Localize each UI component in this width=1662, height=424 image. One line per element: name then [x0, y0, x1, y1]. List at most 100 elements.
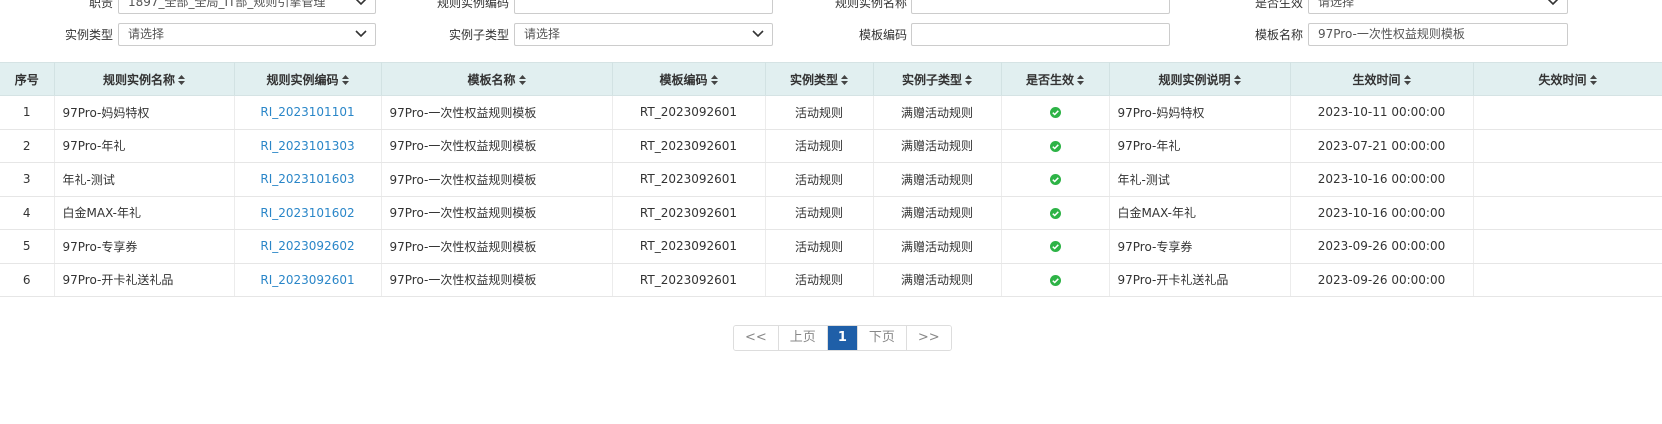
cell-template-code: RT_2023092601 [612, 95, 766, 130]
column-header-no: 序号 [0, 62, 55, 96]
column-header-instance-subtype[interactable]: 实例子类型 [873, 62, 1002, 96]
cell-instance-type: 活动规则 [765, 129, 874, 163]
column-header-template-name[interactable]: 模板名称 [381, 62, 613, 96]
rule-instance-table: 序号 规则实例名称 规则实例编码 模板名称 模板编码 实例类型 实例子类型 是否… [0, 62, 1662, 297]
prev-page-button[interactable]: 上页 [778, 326, 828, 350]
next-page-button[interactable]: 下页 [857, 326, 907, 350]
filter-row-1: 职责 1897_全部_全局_IT部_规则引擎管理 规则实例编码 规则实例名称 是… [0, 0, 1662, 16]
chevron-down-icon [355, 0, 367, 6]
cell-template-code: RT_2023092601 [612, 263, 766, 297]
column-header-start-time[interactable]: 生效时间 [1290, 62, 1474, 96]
pagination: << 上页 1 下页 >> [733, 325, 952, 351]
cell-instance-subtype: 满赠活动规则 [873, 162, 1002, 197]
column-header-label: 生效时间 [1352, 72, 1401, 87]
cell-is-active [1001, 162, 1110, 197]
table-row[interactable]: 4 白金MAX-年礼 RI_2023101602 97Pro-一次性权益规则模板 RT_… [0, 196, 1662, 230]
column-header-end-time[interactable]: 失效时间 [1473, 62, 1662, 96]
table-row[interactable]: 3 年礼-测试 RI_2023101603 97Pro-一次性权益规则模板 RT_202… [0, 162, 1662, 197]
cell-instance-type: 活动规则 [765, 229, 874, 264]
sort-icon[interactable] [178, 75, 185, 85]
sort-icon[interactable] [518, 75, 526, 85]
cell-instance-subtype: 满赠活动规则 [873, 263, 1002, 297]
cell-template-code: RT_2023092601 [612, 196, 766, 230]
instance-type-select-value: 请选择 [128, 27, 165, 41]
last-page-button[interactable]: >> [906, 326, 951, 350]
cell-rule-code-link[interactable]: RI_2023092601 [234, 263, 382, 297]
table-row[interactable]: 5 97Pro-专享券 RI_2023092602 97Pro-一次性权益规则模板 RT… [0, 229, 1662, 264]
table-row[interactable]: 1 97Pro-妈妈特权 RI_2023101101 97Pro-一次性权益规则模板 R… [0, 95, 1662, 130]
column-header-label: 模板名称 [467, 72, 516, 87]
chevron-down-icon [355, 30, 367, 38]
filter-row-2: 实例类型 请选择 实例子类型 请选择 模板编码 模板名称 97Pro-一次性权益… [0, 22, 1662, 48]
check-circle-icon [1049, 140, 1061, 152]
cell-description: 97Pro-开卡礼送礼品 [1109, 263, 1291, 297]
duty-select[interactable]: 1897_全部_全局_IT部_规则引擎管理 [118, 0, 376, 14]
first-page-button[interactable]: << [734, 326, 779, 350]
filter-panel: 职责 1897_全部_全局_IT部_规则引擎管理 规则实例编码 规则实例名称 是… [0, 0, 1662, 62]
cell-start-time: 2023-09-26 00:00:00 [1290, 229, 1474, 264]
cell-description: 97Pro-年礼 [1109, 129, 1291, 163]
table-row[interactable]: 2 97Pro-年礼 RI_2023101303 97Pro-一次性权益规则模板 RT_… [0, 129, 1662, 163]
column-header-is-active[interactable]: 是否生效 [1001, 62, 1110, 96]
cell-description: 97Pro-妈妈特权 [1109, 95, 1291, 130]
cell-template-code: RT_2023092601 [612, 129, 766, 163]
sort-icon[interactable] [1589, 75, 1597, 85]
cell-rule-code-link[interactable]: RI_2023101303 [234, 129, 382, 163]
column-header-label: 规则实例名称 [102, 72, 175, 87]
check-circle-icon [1049, 107, 1061, 119]
sort-icon[interactable] [1403, 75, 1411, 85]
filter-label-instance-subtype: 实例子类型 [448, 28, 509, 42]
sort-icon[interactable] [1233, 75, 1241, 85]
filter-label-is-active: 是否生效 [1254, 0, 1303, 10]
instance-subtype-select[interactable]: 请选择 [514, 23, 773, 46]
cell-rule-name: 97Pro-妈妈特权 [54, 95, 235, 130]
cell-rule-code-link[interactable]: RI_2023101101 [234, 95, 382, 130]
cell-instance-subtype: 满赠活动规则 [873, 129, 1002, 163]
sort-icon[interactable] [710, 75, 718, 85]
column-header-rule-name[interactable]: 规则实例名称 [54, 62, 235, 96]
column-header-rule-code[interactable]: 规则实例编码 [234, 62, 382, 96]
is-active-select-value: 请选择 [1318, 0, 1355, 9]
cell-no: 1 [0, 95, 55, 130]
sort-icon[interactable] [841, 75, 848, 85]
cell-rule-code-link[interactable]: RI_2023101602 [234, 196, 382, 230]
instance-type-select[interactable]: 请选择 [118, 23, 376, 46]
filter-label-template-code: 模板编码 [858, 28, 907, 42]
filter-label-instance-type: 实例类型 [64, 28, 113, 42]
rule-code-input[interactable] [514, 0, 773, 14]
cell-start-time: 2023-09-26 00:00:00 [1290, 263, 1474, 297]
cell-template-code: RT_2023092601 [612, 162, 766, 197]
check-circle-icon [1049, 174, 1061, 186]
table-row[interactable]: 6 97Pro-开卡礼送礼品 RI_2023092601 97Pro-一次性权益规则模… [0, 263, 1662, 297]
cell-no: 5 [0, 229, 55, 264]
is-active-select[interactable]: 请选择 [1308, 0, 1568, 14]
template-code-input[interactable] [911, 23, 1170, 46]
column-header-description[interactable]: 规则实例说明 [1109, 62, 1291, 96]
cell-description: 白金MAX-年礼 [1109, 196, 1291, 230]
column-header-label: 规则实例说明 [1158, 72, 1231, 87]
cell-start-time: 2023-10-11 00:00:00 [1290, 95, 1474, 130]
column-header-label: 实例类型 [789, 72, 838, 87]
current-page-button[interactable]: 1 [827, 326, 858, 350]
cell-start-time: 2023-10-16 00:00:00 [1290, 196, 1474, 230]
column-header-label: 规则实例编码 [266, 72, 339, 87]
sort-icon[interactable] [341, 75, 349, 85]
table-header-row: 序号 规则实例名称 规则实例编码 模板名称 模板编码 实例类型 实例子类型 是否… [0, 62, 1662, 96]
column-header-template-code[interactable]: 模板编码 [612, 62, 766, 96]
cell-instance-type: 活动规则 [765, 162, 874, 197]
column-header-label: 失效时间 [1538, 72, 1587, 87]
cell-instance-type: 活动规则 [765, 95, 874, 130]
cell-rule-name: 白金MAX-年礼 [54, 196, 235, 230]
column-header-instance-type[interactable]: 实例类型 [765, 62, 874, 96]
cell-rule-name: 97Pro-开卡礼送礼品 [54, 263, 235, 297]
template-name-input[interactable]: 97Pro-一次性权益规则模板 [1308, 23, 1568, 46]
cell-rule-name: 年礼-测试 [54, 162, 235, 197]
cell-rule-code-link[interactable]: RI_2023092602 [234, 229, 382, 264]
sort-icon[interactable] [965, 75, 972, 85]
sort-icon[interactable] [1077, 75, 1084, 85]
cell-rule-code-link[interactable]: RI_2023101603 [234, 162, 382, 197]
rule-name-input[interactable] [911, 0, 1170, 14]
cell-template-name: 97Pro-一次性权益规则模板 [381, 229, 613, 264]
filter-label-duty: 职责 [88, 0, 113, 10]
check-circle-icon [1049, 241, 1061, 253]
